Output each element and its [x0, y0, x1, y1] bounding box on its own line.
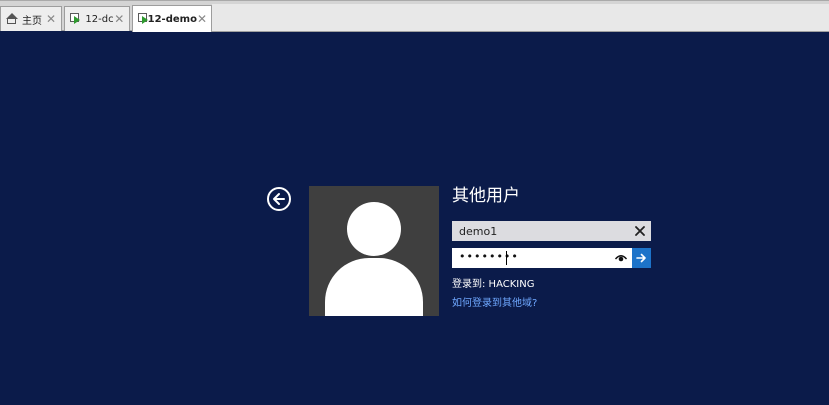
avatar-head	[347, 202, 401, 256]
close-icon[interactable]: ✕	[114, 12, 125, 26]
close-icon[interactable]: ✕	[45, 12, 57, 26]
tab-12-demo[interactable]: 12-demo ✕	[132, 5, 212, 32]
tab-bar-background	[212, 4, 829, 32]
tab-bar: 主页 ✕ 12-dc ✕ 12-demo ✕	[0, 0, 829, 32]
close-icon[interactable]: ✕	[197, 12, 207, 26]
text-cursor	[506, 251, 507, 265]
clear-username-button[interactable]	[632, 223, 648, 239]
vm-icon	[70, 13, 81, 25]
arrow-left-icon	[273, 193, 285, 205]
home-icon	[6, 13, 18, 25]
avatar-body	[325, 258, 423, 316]
password-field[interactable]: ••••••••	[452, 248, 632, 268]
tab-label: 12-demo	[147, 13, 197, 25]
user-title: 其他用户	[452, 186, 520, 206]
username-input[interactable]	[452, 221, 627, 241]
back-button[interactable]	[267, 187, 291, 211]
vm-icon	[138, 13, 148, 25]
tab-home[interactable]: 主页 ✕	[0, 6, 62, 31]
username-field[interactable]	[452, 221, 651, 241]
submit-button[interactable]	[632, 248, 651, 268]
arrow-right-icon	[636, 253, 646, 263]
password-input[interactable]: ••••••••	[459, 250, 519, 263]
reveal-password-button[interactable]	[614, 251, 628, 265]
domain-label: 登录到: HACKING	[452, 279, 535, 290]
clear-icon	[635, 226, 645, 236]
eye-icon	[615, 255, 627, 262]
tab-12-dc[interactable]: 12-dc ✕	[64, 6, 130, 31]
tab-label: 12-dc	[85, 13, 114, 25]
user-avatar	[309, 186, 439, 316]
tab-label: 主页	[22, 15, 42, 27]
other-domain-link[interactable]: 如何登录到其他域?	[452, 294, 537, 309]
